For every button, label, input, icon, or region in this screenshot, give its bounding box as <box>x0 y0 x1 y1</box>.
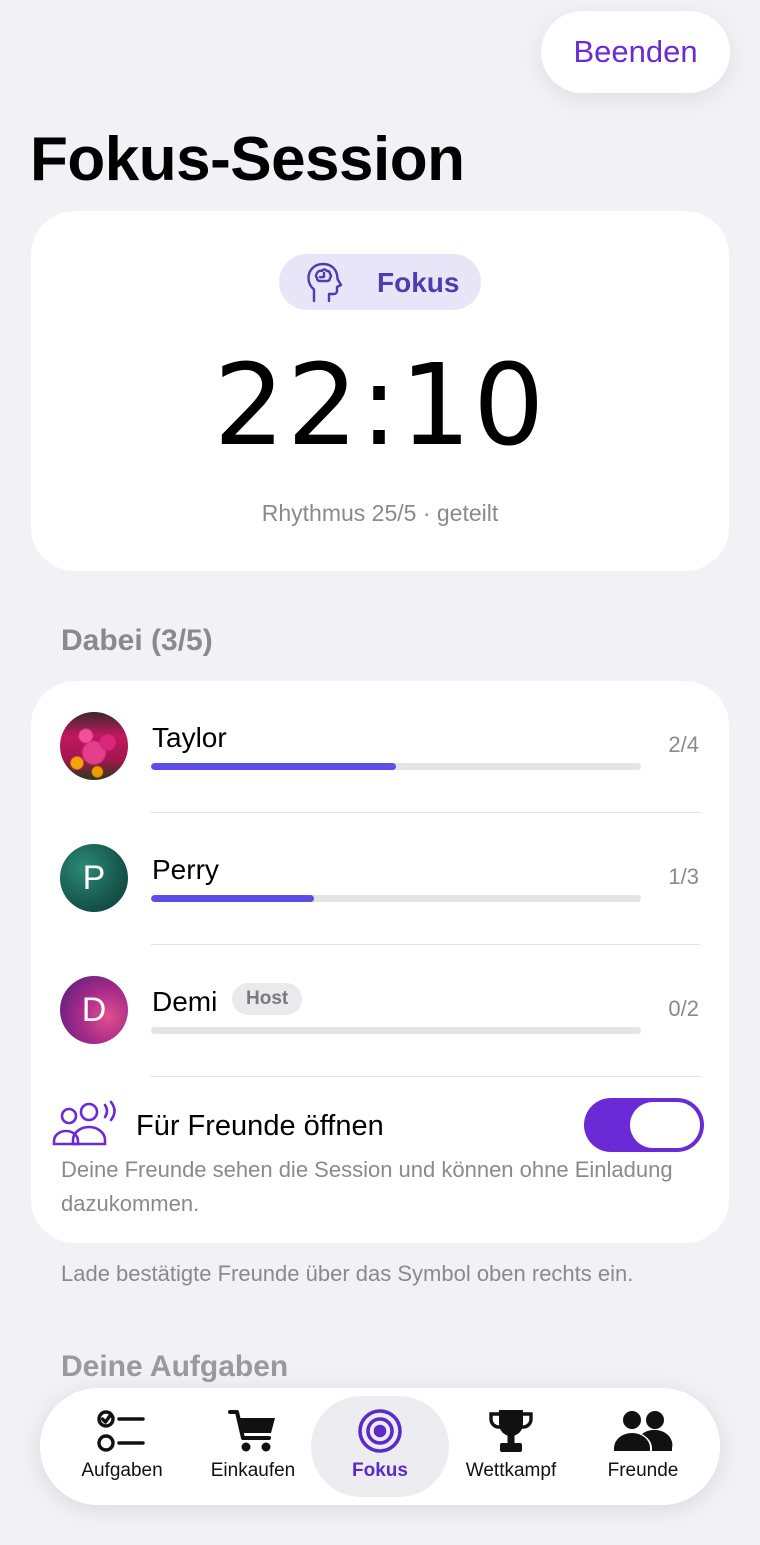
mode-badge: Fokus <box>279 254 481 310</box>
host-badge: Host <box>232 983 303 1015</box>
progress-ratio: 1/3 <box>668 864 699 889</box>
focus-session-screen: Beenden Fokus-Session Fokus 22:10 Rhythm… <box>0 0 760 1545</box>
people-broadcast-icon <box>52 1100 116 1146</box>
trophy-icon <box>489 1410 533 1452</box>
flower-photo-avatar <box>60 712 128 780</box>
tab-freunde[interactable]: Freunde <box>574 1396 712 1497</box>
progress-track <box>151 763 641 770</box>
participant-name: Perry <box>152 854 219 885</box>
page-title: Fokus-Session <box>30 125 465 194</box>
tab-label: Wettkampf <box>465 1460 557 1481</box>
cart-icon <box>228 1410 275 1452</box>
progress-fill <box>151 895 315 902</box>
participant-name: Demi <box>152 986 218 1017</box>
mode-label: Fokus <box>377 267 460 298</box>
people-icon <box>614 1411 673 1451</box>
tab-einkaufen[interactable]: Einkaufen <box>184 1396 322 1497</box>
participant-row[interactable]: Taylor 2/4 <box>31 681 729 813</box>
participant-row[interactable]: D Demi Host 0/2 <box>31 945 729 1077</box>
open-to-friends-row: Für Freunde öffnen Deine Freunde sehen d… <box>31 1078 729 1228</box>
progress-track <box>151 1027 641 1034</box>
tab-label: Aufgaben <box>81 1460 163 1481</box>
tasks-heading: Deine Aufgaben <box>61 1350 289 1383</box>
end-session-button[interactable]: Beenden <box>541 11 730 93</box>
avatar: D <box>60 976 128 1044</box>
tab-aufgaben[interactable]: Aufgaben <box>53 1396 191 1497</box>
progress-ratio: 0/2 <box>668 996 699 1021</box>
tab-label: Freunde <box>607 1460 679 1481</box>
row-divider <box>151 1076 700 1077</box>
open-to-friends-description: Deine Freunde sehen die Session und könn… <box>61 1157 673 1216</box>
brain-head-icon <box>307 262 343 303</box>
participants-heading: Dabei (3/5) <box>61 624 213 657</box>
checklist-icon <box>97 1410 145 1452</box>
tab-label: Fokus <box>352 1460 408 1481</box>
open-to-friends-title: Für Freunde öffnen <box>136 1110 384 1142</box>
tab-bar: Aufgaben Einkaufen Fokus Wettkampf Freun… <box>40 1388 720 1505</box>
progress-track <box>151 895 641 902</box>
tab-label: Einkaufen <box>210 1460 296 1481</box>
participant-name: Taylor <box>152 722 227 753</box>
participants-card: Taylor 2/4 P Perry 1/3 D Demi Host 0/2 F… <box>31 681 729 1243</box>
rhythm-text: Rhythmus 25/5 · geteilt <box>261 500 499 526</box>
progress-ratio: 2/4 <box>668 732 699 757</box>
timer-display: 22:10 <box>213 341 547 471</box>
timer-card: Fokus 22:10 Rhythmus 25/5 · geteilt <box>31 211 729 571</box>
tab-fokus[interactable]: Fokus <box>311 1396 449 1497</box>
invite-hint: Lade bestätigte Freunde über das Symbol … <box>61 1261 634 1286</box>
progress-fill <box>151 763 396 770</box>
open-to-friends-toggle[interactable] <box>584 1098 704 1152</box>
toggle-knob <box>630 1102 700 1148</box>
target-icon <box>358 1409 402 1453</box>
avatar: P <box>60 844 128 912</box>
participant-row[interactable]: P Perry 1/3 <box>31 813 729 945</box>
tab-wettkampf[interactable]: Wettkampf <box>442 1396 580 1497</box>
